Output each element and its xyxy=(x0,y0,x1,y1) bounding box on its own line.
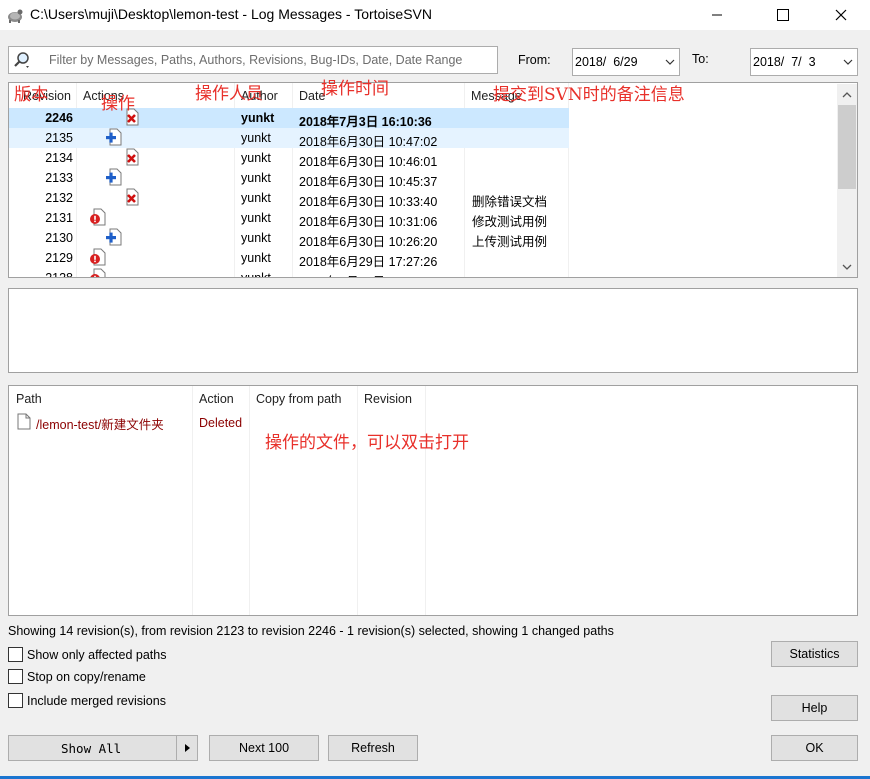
annotation-paths: 操作的文件，可以双击打开 xyxy=(265,433,469,453)
show-affected-checkbox[interactable] xyxy=(8,647,23,662)
path-action: Deleted xyxy=(199,416,243,430)
author-cell: yunkt xyxy=(241,111,275,125)
search-icon[interactable] xyxy=(12,51,32,69)
file-icon xyxy=(17,413,31,430)
author-cell: yunkt xyxy=(241,171,271,185)
author-cell: yunkt xyxy=(241,231,271,245)
show-affected-label[interactable]: Show only affected paths xyxy=(27,648,166,662)
add-action-icon xyxy=(89,228,149,248)
minimize-button[interactable] xyxy=(694,0,740,30)
scroll-up-icon[interactable] xyxy=(841,89,853,101)
revision-row[interactable]: 2246 yunkt 2018年7月3日 16:10:36 xyxy=(9,108,569,129)
scrollbar-thumb[interactable] xyxy=(838,105,856,189)
from-date-value: 2018/ 6/29 xyxy=(575,55,638,69)
annotation-message: 提交到SVN时的备注信息 xyxy=(493,85,685,105)
revision-row[interactable]: 2133 yunkt 2018年6月30日 10:45:37 xyxy=(9,168,569,189)
revision-row[interactable]: 2134 yunkt 2018年6月30日 10:46:01 xyxy=(9,148,569,169)
delete-action-icon xyxy=(89,148,149,168)
log-message-pane[interactable] xyxy=(8,288,858,373)
stop-on-copy-checkbox[interactable] xyxy=(8,669,23,684)
stop-on-copy-label[interactable]: Stop on copy/rename xyxy=(27,670,146,684)
author-cell: yunkt xyxy=(241,211,271,225)
modify-action-icon xyxy=(89,248,149,268)
from-label: From: xyxy=(518,53,551,67)
author-cell: yunkt xyxy=(241,251,271,265)
maximize-button[interactable] xyxy=(760,0,806,30)
add-action-icon xyxy=(89,168,149,188)
revision-cell: 2128 xyxy=(45,271,73,278)
author-cell: yunkt xyxy=(241,271,271,278)
chevron-down-icon xyxy=(665,59,675,65)
delete-action-icon xyxy=(89,188,149,208)
revision-cell: 2131 xyxy=(45,211,73,225)
revision-cell: 2133 xyxy=(45,171,73,185)
help-button[interactable]: Help xyxy=(771,695,858,721)
to-date-picker[interactable]: 2018/ 7/ 3 xyxy=(750,48,858,76)
annotation-date: 操作时间 xyxy=(321,79,389,99)
minimize-icon xyxy=(712,14,722,16)
to-label: To: xyxy=(692,52,709,66)
modify-action-icon xyxy=(89,268,149,277)
revision-row[interactable]: 2128 yunkt 2018年6月29日 17:22:56 xyxy=(9,268,569,278)
revision-row[interactable]: 2129 yunkt 2018年6月29日 17:27:26 xyxy=(9,248,569,269)
column-header-path[interactable]: Path xyxy=(16,392,42,406)
revision-cell: 2130 xyxy=(45,231,73,245)
author-cell: yunkt xyxy=(241,151,271,165)
column-header-action[interactable]: Action xyxy=(199,392,234,406)
chevron-down-icon xyxy=(843,59,853,65)
revision-cell: 2246 xyxy=(45,111,73,125)
author-cell: yunkt xyxy=(241,131,271,145)
annotation-actions: 操作 xyxy=(101,94,135,114)
show-all-label: Show All xyxy=(61,741,122,756)
column-header-path-revision[interactable]: Revision xyxy=(364,392,412,406)
author-cell: yunkt xyxy=(241,191,271,205)
refresh-button[interactable]: Refresh xyxy=(328,735,418,761)
add-action-icon xyxy=(89,128,149,148)
revision-list[interactable]: Revision Actions Author Date Message 224… xyxy=(8,82,858,278)
annotation-revision: 版本 xyxy=(14,85,48,105)
annotation-author: 操作人员 xyxy=(195,84,263,104)
chevron-right-icon[interactable] xyxy=(182,743,192,753)
date-cell: 2018年6月29日 17:22:56 xyxy=(299,271,437,277)
revision-row[interactable]: 2132 yunkt 2018年6月30日 10:33:40 删除错误文档 xyxy=(9,188,569,209)
scroll-down-icon[interactable] xyxy=(841,261,853,273)
revision-cell: 2129 xyxy=(45,251,73,265)
path-value: /lemon-test/新建文件夹 xyxy=(36,418,164,432)
window-title: C:\Users\muji\Desktop\lemon-test - Log M… xyxy=(30,6,432,22)
filter-input[interactable] xyxy=(49,51,489,69)
show-all-button[interactable]: Show All xyxy=(8,735,198,761)
revision-row[interactable]: 2135 yunkt 2018年6月30日 10:47:02 xyxy=(9,128,569,149)
close-icon xyxy=(835,9,847,21)
revision-cell: 2135 xyxy=(45,131,73,145)
revision-row[interactable]: 2131 yunkt 2018年6月30日 10:31:06 修改测试用例 xyxy=(9,208,569,229)
include-merged-checkbox[interactable] xyxy=(8,693,23,708)
status-text: Showing 14 revision(s), from revision 21… xyxy=(8,624,614,638)
ok-button[interactable]: OK xyxy=(771,735,858,761)
revision-cell: 2134 xyxy=(45,151,73,165)
to-date-value: 2018/ 7/ 3 xyxy=(753,55,816,69)
next-100-button[interactable]: Next 100 xyxy=(209,735,319,761)
modify-action-icon xyxy=(89,208,149,228)
statistics-button[interactable]: Statistics xyxy=(771,641,858,667)
include-merged-label[interactable]: Include merged revisions xyxy=(27,694,166,708)
tortoise-icon xyxy=(8,9,23,23)
from-date-picker[interactable]: 2018/ 6/29 xyxy=(572,48,680,76)
revision-row[interactable]: 2130 yunkt 2018年6月30日 10:26:20 上传测试用例 xyxy=(9,228,569,249)
filter-box[interactable] xyxy=(8,46,498,74)
maximize-icon xyxy=(777,9,789,21)
changed-paths-list[interactable]: Path Action Copy from path Revision /lem… xyxy=(8,385,858,616)
column-header-copy-from-path[interactable]: Copy from path xyxy=(256,392,341,406)
revision-cell: 2132 xyxy=(45,191,73,205)
title-bar: C:\Users\muji\Desktop\lemon-test - Log M… xyxy=(0,0,870,30)
close-button[interactable] xyxy=(818,0,864,30)
